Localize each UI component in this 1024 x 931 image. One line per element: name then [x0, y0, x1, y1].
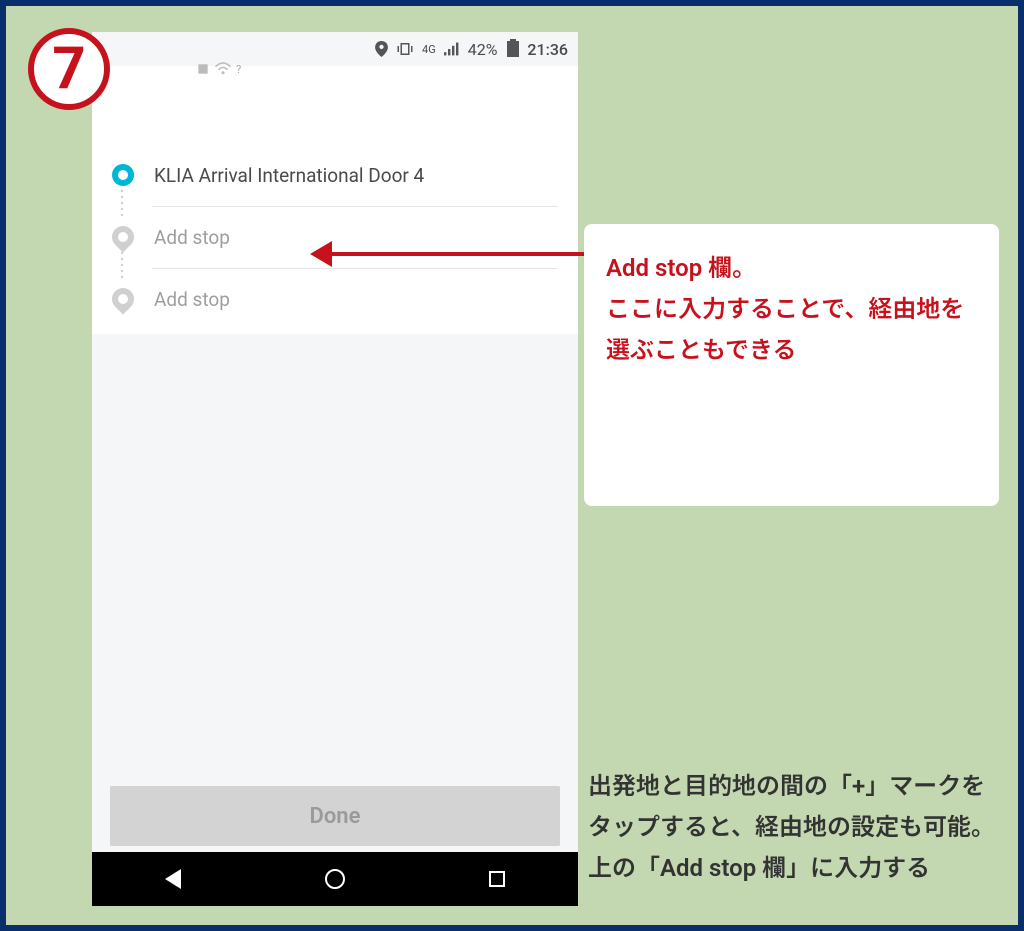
status-bar: ? 4G 42% 21:36	[92, 32, 578, 66]
add-stop-row-2[interactable]: Add stop	[92, 268, 578, 330]
network-type: 4G	[422, 43, 436, 56]
callout-arrow-line	[324, 252, 584, 256]
origin-label: KLIA Arrival International Door 4	[154, 164, 424, 187]
nav-back-button[interactable]	[162, 868, 184, 890]
add-stop-2-label: Add stop	[154, 288, 230, 311]
location-icon	[375, 41, 388, 57]
stops-list: KLIA Arrival International Door 4 Add st…	[92, 144, 578, 334]
signal-icon	[444, 42, 460, 56]
recent-icon	[489, 871, 505, 887]
notification-icon	[196, 62, 210, 76]
vibrate-icon	[396, 42, 414, 56]
wifi-help: ?	[236, 62, 241, 76]
callout-line-1: Add stop 欄。	[606, 248, 977, 289]
origin-row[interactable]: KLIA Arrival International Door 4	[92, 144, 578, 206]
android-nav-bar	[92, 852, 578, 906]
step-number-badge: 7	[28, 28, 110, 110]
stop-pin-icon	[107, 221, 138, 252]
done-button-label: Done	[310, 804, 361, 829]
app-header	[92, 66, 578, 144]
bottom-instruction: 出発地と目的地の間の「+」マークをタップすると、経由地の設定も可能。上の「Add…	[588, 766, 1008, 888]
add-stop-1-label: Add stop	[154, 226, 230, 249]
step-number: 7	[52, 35, 85, 103]
callout-box: Add stop 欄。 ここに入力することで、経由地を選ぶこともできる	[584, 224, 999, 506]
add-stop-row-1[interactable]: Add stop	[92, 206, 578, 268]
wifi-icon	[214, 62, 232, 76]
battery-percent: 42%	[468, 40, 498, 59]
callout-arrow-head	[310, 241, 332, 267]
done-button[interactable]: Done	[110, 786, 560, 846]
stop-pin-icon	[107, 283, 138, 314]
clock: 21:36	[527, 40, 568, 59]
home-icon	[325, 869, 345, 889]
origin-marker-icon	[112, 164, 134, 186]
battery-icon	[505, 41, 519, 57]
nav-home-button[interactable]	[324, 868, 346, 890]
callout-line-2: ここに入力することで、経由地を選ぶこともできる	[606, 289, 977, 371]
back-icon	[165, 869, 181, 889]
nav-recent-button[interactable]	[486, 868, 508, 890]
phone-frame: ? 4G 42% 21:36 KLIA Arrival Internationa…	[92, 32, 578, 906]
app-body	[92, 334, 578, 786]
